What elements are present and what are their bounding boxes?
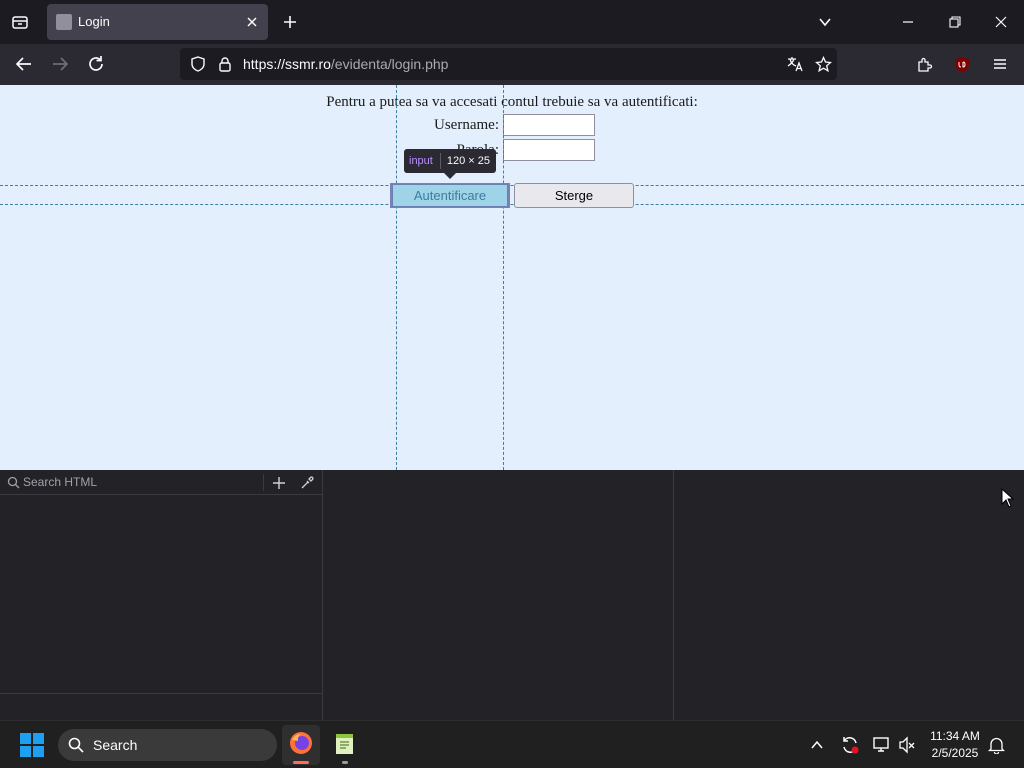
list-all-tabs-button[interactable] [813, 10, 837, 34]
site-favicon-icon [56, 14, 72, 30]
inspector-tooltip: input 120 × 25 [404, 149, 496, 179]
windows-logo-icon [20, 733, 44, 757]
mouse-cursor-icon [1001, 488, 1015, 508]
new-tab-button[interactable] [278, 10, 302, 34]
nav-bar: https://ssmr.ro/evidenta/login.php [0, 44, 1024, 85]
markup-footer-divider [0, 693, 322, 694]
devtools-panel: Search HTML [0, 470, 1024, 720]
reset-button[interactable]: Sterge [514, 183, 634, 208]
site-info-button[interactable] [213, 52, 237, 76]
url-text[interactable]: https://ssmr.ro/evidenta/login.php [243, 56, 448, 72]
notification-bell-icon[interactable] [988, 736, 1005, 754]
taskbar-search-label: Search [93, 737, 138, 753]
forward-button[interactable] [48, 52, 72, 76]
puzzle-icon [917, 57, 932, 72]
bookmark-button[interactable] [811, 52, 835, 76]
search-icon [68, 737, 84, 753]
start-button[interactable] [20, 733, 44, 757]
inspector-guide-top [0, 185, 1024, 186]
clock-time[interactable]: 11:34 AM [920, 729, 990, 743]
html-search-input[interactable]: Search HTML [23, 475, 97, 489]
taskbar: Search 11:34 AM 2/5/2025 [0, 720, 1024, 768]
translate-button[interactable] [783, 52, 807, 76]
active-indicator [293, 761, 309, 764]
taskbar-notepad-plus[interactable] [326, 725, 364, 765]
extensions-button[interactable] [912, 52, 936, 76]
firefox-icon [290, 732, 312, 754]
lock-icon [219, 57, 231, 72]
hamburger-menu-icon [994, 59, 1006, 69]
taskbar-firefox[interactable] [282, 725, 320, 765]
translate-icon [787, 57, 803, 72]
chevron-down-icon [819, 18, 831, 27]
reload-icon [89, 56, 103, 71]
login-submit-button[interactable]: Autentificare [392, 184, 508, 207]
url-path: /evidenta/login.php [330, 56, 449, 72]
panel-divider-left[interactable] [322, 470, 323, 720]
tooltip-arrow [444, 173, 456, 179]
arrow-left-icon [15, 57, 31, 71]
url-bar[interactable]: https://ssmr.ro/evidenta/login.php [180, 48, 837, 80]
add-node-icon[interactable] [272, 476, 286, 490]
inspector-guide-bottom [0, 204, 1024, 205]
close-window-button[interactable] [989, 10, 1013, 34]
network-icon[interactable] [872, 736, 890, 754]
ublock-shield-icon [955, 56, 969, 72]
tab-bar: Login [0, 0, 1024, 44]
clock-date[interactable]: 2/5/2025 [920, 746, 990, 760]
star-icon [814, 55, 832, 72]
toolbar-divider [263, 474, 264, 491]
eyedropper-icon[interactable] [300, 476, 314, 490]
volume-muted-icon[interactable] [898, 736, 916, 754]
arrow-right-icon [53, 57, 69, 71]
notepad-plus-plus-icon [336, 734, 353, 754]
tab-title: Login [78, 14, 110, 29]
tooltip-dimensions: 120 × 25 [446, 155, 490, 167]
shield-icon [191, 56, 205, 72]
search-icon [7, 476, 20, 489]
sync-alert-icon[interactable] [840, 735, 860, 755]
panel-divider-right[interactable] [673, 470, 674, 720]
restore-button[interactable] [943, 10, 967, 34]
tooltip-tag: input [404, 153, 441, 169]
taskbar-search[interactable]: Search [58, 729, 277, 761]
close-tab-icon[interactable] [244, 14, 260, 30]
running-indicator [342, 761, 348, 764]
page-content: Pentru a putea sa va accesati contul tre… [0, 85, 1024, 470]
close-icon [995, 16, 1007, 28]
minimize-icon [903, 21, 913, 23]
reload-button[interactable] [84, 52, 108, 76]
restore-icon [949, 16, 961, 28]
ublock-origin-button[interactable] [950, 52, 974, 76]
plus-icon [284, 16, 296, 28]
inspector-guide-right [503, 85, 504, 470]
back-button[interactable] [12, 52, 36, 76]
url-host: https://ssmr.ro [243, 56, 331, 72]
tab-login[interactable]: Login [47, 4, 268, 40]
login-instructions: Pentru a putea sa va accesati contul tre… [326, 94, 698, 110]
username-input[interactable] [503, 114, 595, 136]
password-input[interactable] [503, 139, 595, 161]
username-label: Username: [434, 117, 499, 133]
firefox-view-button[interactable] [8, 10, 32, 34]
app-menu-button[interactable] [988, 52, 1012, 76]
chevron-up-icon[interactable] [810, 738, 824, 752]
inspector-guide-left [396, 85, 397, 470]
tracking-protection-button[interactable] [186, 52, 210, 76]
firefox-view-icon [12, 16, 28, 29]
html-search-bar[interactable]: Search HTML [0, 470, 322, 495]
minimize-button[interactable] [896, 10, 920, 34]
